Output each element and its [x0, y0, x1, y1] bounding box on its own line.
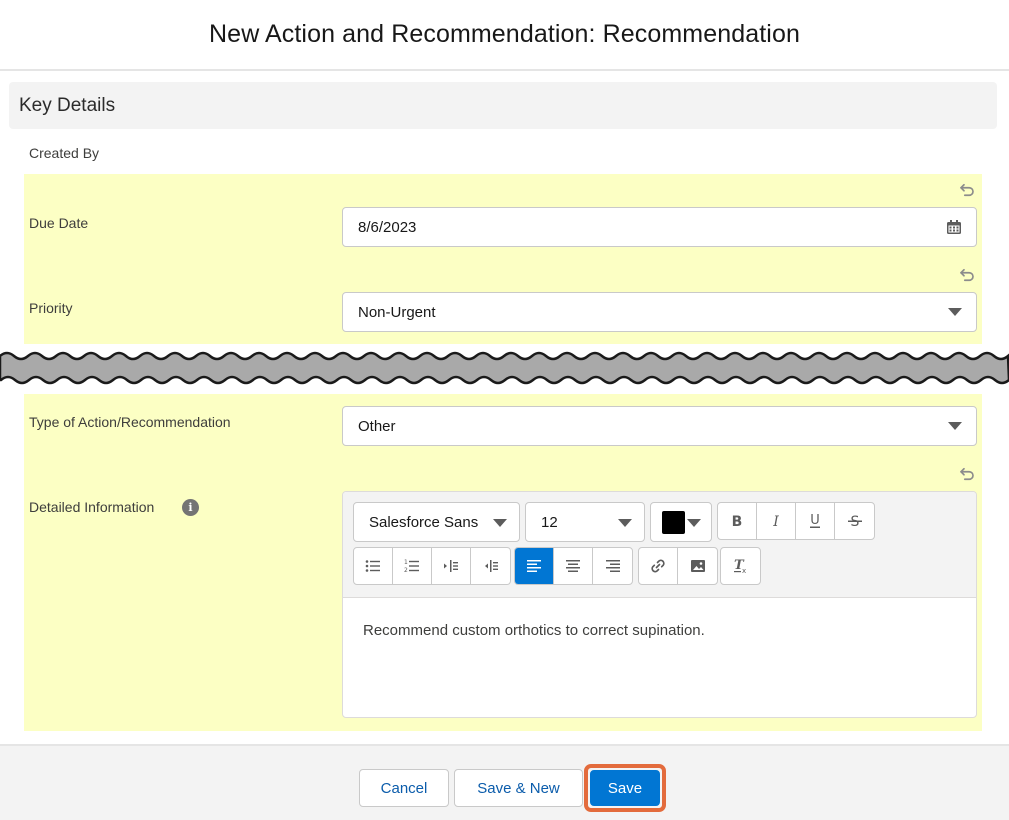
font-size-select[interactable]: 12	[525, 502, 645, 542]
underline-button[interactable]: U	[796, 503, 835, 539]
due-date-value: 8/6/2023	[358, 218, 417, 236]
format-button-group: B I U S	[717, 502, 875, 540]
link-button[interactable]	[639, 548, 678, 584]
bold-button[interactable]: B	[718, 503, 757, 539]
underline-icon: U	[810, 513, 820, 528]
undo-priority-icon[interactable]	[958, 266, 976, 284]
svg-text:2: 2	[404, 567, 408, 574]
chevron-down-icon	[948, 308, 962, 316]
font-family-value: Salesforce Sans	[369, 513, 479, 531]
torn-edge-divider	[0, 351, 1009, 385]
modal-title: New Action and Recommendation: Recommend…	[209, 20, 800, 48]
svg-text:U: U	[810, 513, 820, 528]
clear-formatting-icon: Tx	[733, 558, 746, 575]
outdent-icon	[484, 560, 498, 572]
svg-text:x: x	[742, 567, 746, 575]
modal-header: New Action and Recommendation: Recommend…	[0, 0, 1009, 71]
strikethrough-button[interactable]: S	[835, 503, 874, 539]
editor-content[interactable]: Recommend custom orthotics to correct su…	[363, 622, 705, 639]
type-value: Other	[358, 417, 396, 435]
indent-button[interactable]	[432, 548, 471, 584]
strikethrough-icon: S	[847, 514, 862, 530]
link-icon	[651, 559, 665, 573]
chevron-down-icon	[687, 519, 701, 527]
undo-detailed-info-icon[interactable]	[958, 465, 976, 483]
cancel-button[interactable]: Cancel	[359, 769, 449, 807]
clear-format-button-group: Tx	[720, 547, 761, 585]
align-center-icon	[566, 560, 580, 572]
section-key-details[interactable]: Key Details	[9, 82, 997, 129]
indent-icon	[444, 560, 458, 572]
align-right-icon	[605, 560, 620, 572]
calendar-icon[interactable]	[946, 219, 962, 235]
numbered-list-button[interactable]: 12	[393, 548, 432, 584]
section-title: Key Details	[19, 94, 116, 116]
type-select[interactable]: Other	[342, 406, 977, 446]
svg-text:1: 1	[404, 559, 408, 566]
align-left-icon	[527, 560, 541, 572]
chevron-down-icon	[493, 519, 507, 527]
priority-label: Priority	[29, 300, 73, 316]
image-icon	[690, 560, 705, 572]
due-date-label: Due Date	[29, 215, 89, 231]
numbered-list-icon: 12	[404, 559, 419, 574]
list-button-group: 12	[353, 547, 511, 585]
font-size-value: 12	[541, 513, 558, 531]
image-button[interactable]	[678, 548, 717, 584]
bulleted-list-button[interactable]	[354, 548, 393, 584]
svg-text:B: B	[732, 514, 743, 530]
save-and-new-button[interactable]: Save & New	[454, 769, 583, 807]
priority-select[interactable]: Non-Urgent	[342, 292, 977, 332]
svg-text:I: I	[772, 514, 779, 530]
outdent-button[interactable]	[471, 548, 510, 584]
type-label: Type of Action/Recommendation	[29, 414, 231, 430]
info-icon[interactable]: i	[182, 499, 199, 516]
chevron-down-icon	[948, 422, 962, 430]
align-left-button[interactable]	[515, 548, 554, 584]
detailed-info-label: Detailed Information	[29, 499, 155, 515]
italic-icon: I	[772, 514, 779, 530]
save-button[interactable]: Save	[590, 770, 660, 806]
color-swatch	[662, 511, 685, 534]
text-color-button[interactable]	[650, 502, 712, 542]
rich-text-editor: Salesforce Sans 12 B I U S	[342, 491, 977, 718]
undo-due-date-icon[interactable]	[958, 181, 976, 199]
bulleted-list-icon	[365, 560, 380, 572]
align-center-button[interactable]	[554, 548, 593, 584]
bold-icon: B	[732, 514, 743, 530]
font-family-select[interactable]: Salesforce Sans	[353, 502, 520, 542]
chevron-down-icon	[618, 519, 632, 527]
align-button-group	[514, 547, 633, 585]
insert-button-group	[638, 547, 718, 585]
italic-button[interactable]: I	[757, 503, 796, 539]
created-by-label: Created By	[29, 145, 100, 161]
priority-value: Non-Urgent	[358, 303, 436, 321]
align-right-button[interactable]	[593, 548, 632, 584]
clear-formatting-button[interactable]: Tx	[721, 548, 760, 584]
editor-toolbar: Salesforce Sans 12 B I U S	[343, 492, 976, 598]
due-date-input[interactable]: 8/6/2023	[342, 207, 977, 247]
